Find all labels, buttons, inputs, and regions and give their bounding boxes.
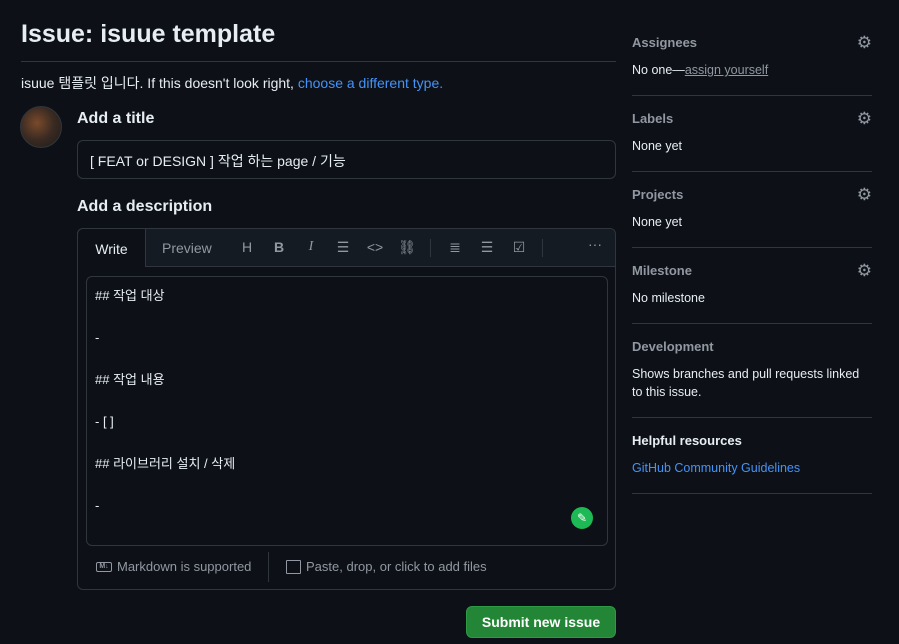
numbered-list-icon[interactable]: ≣	[446, 239, 464, 256]
milestone-title: Milestone	[632, 263, 692, 278]
toolbar-divider	[542, 239, 543, 257]
italic-icon[interactable]: I	[302, 239, 320, 255]
development-title: Development	[632, 339, 714, 354]
labels-title: Labels	[632, 111, 674, 126]
sidebar-assignees: Assignees ⚙ No one—assign yourself	[632, 20, 872, 96]
bold-icon[interactable]: B	[270, 239, 288, 255]
template-note: isuue 탬플릿 입니다. If this doesn't look righ…	[21, 73, 443, 93]
template-note-text: isuue 탬플릿 입니다. If this doesn't look righ…	[21, 75, 298, 91]
description-textarea[interactable]: ## 작업 대상 - ## 작업 내용 - [ ] ## 라이브러리 설치 / …	[86, 276, 608, 546]
choose-type-link[interactable]: choose a different type.	[298, 75, 443, 91]
toolbar-divider	[430, 239, 431, 257]
attach-files-text: Paste, drop, or click to add files	[306, 559, 487, 574]
description-editor: Write Preview H B I ☰ <> ⛓ ≣ ☰ ☑ ··· ## …	[77, 228, 616, 590]
sidebar: Assignees ⚙ No one—assign yourself Labels ⚙…	[632, 20, 872, 494]
footer-divider	[268, 552, 269, 582]
gear-icon[interactable]: ⚙	[857, 109, 872, 129]
avatar	[20, 106, 62, 148]
assign-yourself-link[interactable]: assign yourself	[685, 63, 768, 77]
gear-icon[interactable]: ⚙	[857, 185, 872, 205]
labels-value: None yet	[632, 139, 683, 153]
heading-icon[interactable]: H	[238, 239, 256, 255]
gear-icon[interactable]: ⚙	[857, 33, 872, 53]
development-value: Shows branches and pull requests linked …	[632, 367, 860, 399]
divider	[21, 61, 616, 62]
tab-preview[interactable]: Preview	[162, 229, 212, 267]
markdown-note-text: Markdown is supported	[117, 559, 252, 574]
unordered-list-icon[interactable]: ☰	[478, 239, 496, 256]
assignees-title: Assignees	[632, 35, 698, 50]
projects-value: None yet	[632, 215, 683, 229]
submit-issue-button[interactable]: Submit new issue	[466, 606, 616, 638]
task-list-icon[interactable]: ☑	[510, 239, 528, 256]
sidebar-milestone: Milestone ⚙ No milestone	[632, 248, 872, 324]
helpful-title: Helpful resources	[632, 433, 742, 448]
assignees-value: No one—	[632, 63, 685, 77]
description-label: Add a description	[77, 198, 213, 215]
title-label: Add a title	[77, 110, 155, 127]
markdown-icon: M↓	[96, 561, 112, 572]
attach-files[interactable]: Paste, drop, or click to add files	[286, 559, 487, 574]
page-title: Issue: isuue template	[21, 20, 276, 48]
editor-toolbar: Write Preview H B I ☰ <> ⛓ ≣ ☰ ☑ ···	[77, 228, 615, 267]
tab-write[interactable]: Write	[77, 228, 146, 267]
code-icon[interactable]: <>	[366, 239, 384, 255]
link-icon[interactable]: ⛓	[398, 239, 416, 256]
image-icon	[286, 559, 301, 574]
milestone-value: No milestone	[632, 291, 705, 305]
sidebar-development: Development Shows branches and pull reque…	[632, 324, 872, 418]
more-icon[interactable]: ···	[586, 236, 604, 252]
community-guidelines-link[interactable]: GitHub Community Guidelines	[632, 461, 800, 475]
projects-title: Projects	[632, 187, 684, 202]
copilot-pen-icon[interactable]: ✎	[571, 507, 593, 529]
gear-icon[interactable]: ⚙	[857, 261, 872, 281]
sidebar-labels: Labels ⚙ None yet	[632, 96, 872, 172]
title-input[interactable]: [ FEAT or DESIGN ] 작업 하는 page / 기능	[77, 140, 616, 179]
quote-icon[interactable]: ☰	[334, 239, 352, 256]
sidebar-helpful: Helpful resources GitHub Community Guidel…	[632, 418, 872, 494]
sidebar-projects: Projects ⚙ None yet	[632, 172, 872, 248]
markdown-note[interactable]: M↓ Markdown is supported	[96, 559, 251, 574]
